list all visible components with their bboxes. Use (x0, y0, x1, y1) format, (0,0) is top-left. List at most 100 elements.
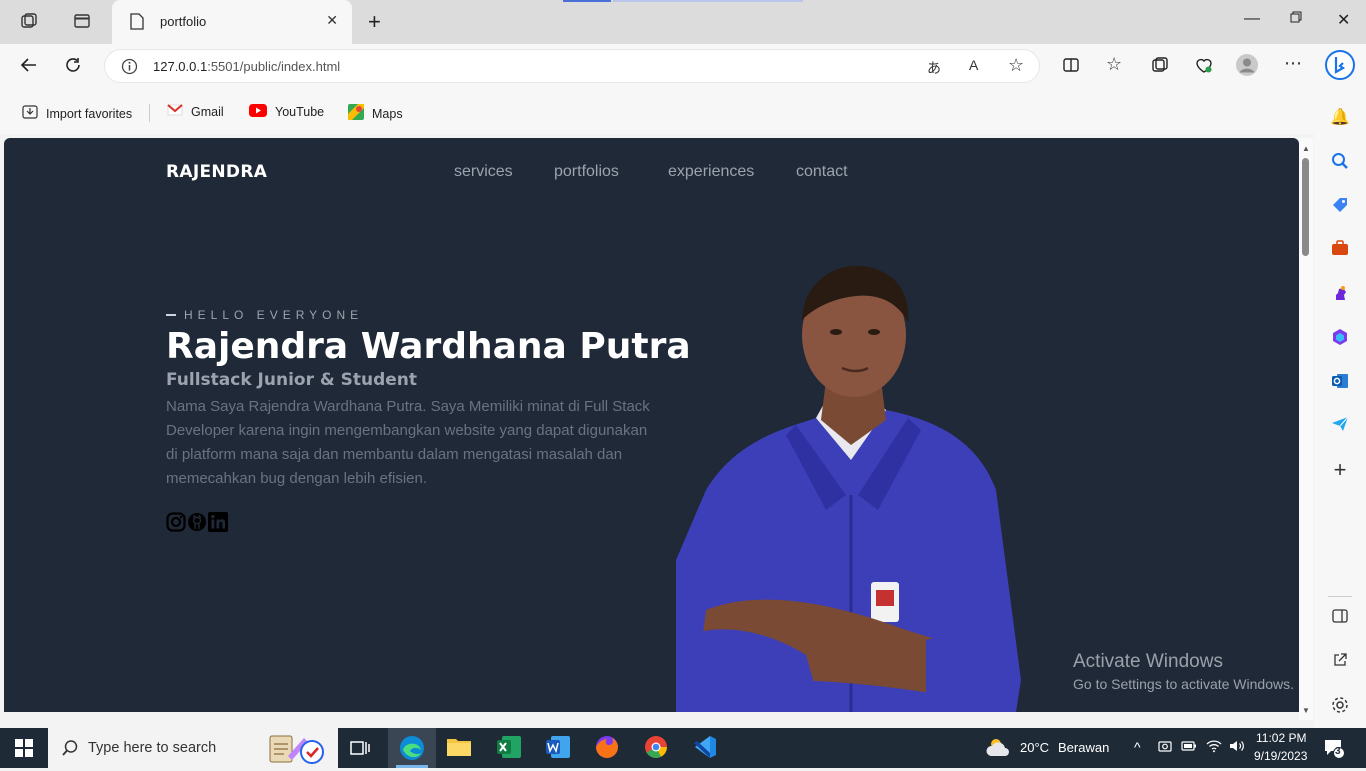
wifi-icon[interactable] (1206, 739, 1222, 756)
nav-link-contact[interactable]: contact (796, 163, 848, 181)
collections-icon[interactable] (1151, 56, 1169, 79)
url-text[interactable]: 127.0.0.1:5501/public/index.html (153, 59, 340, 74)
windows-taskbar: Type here to search 20°C Berawan ^ 11:02… (0, 728, 1366, 768)
search-icon[interactable] (1330, 152, 1350, 172)
linkedin-icon[interactable] (208, 512, 228, 532)
url-host: 127.0.0.1 (153, 59, 208, 74)
youtube-icon (249, 104, 267, 120)
restore-icon[interactable] (1290, 10, 1302, 28)
favorite-label: Import favorites (46, 106, 133, 121)
favorites-icon[interactable]: ☆ (1106, 54, 1122, 75)
scroll-down-icon[interactable]: ▼ (1302, 706, 1310, 715)
page-viewport: RAJENDRA services portfolios experiences… (4, 138, 1299, 712)
close-window-icon[interactable]: ✕ (1337, 10, 1350, 30)
favorites-divider (149, 104, 150, 122)
nav-link-services[interactable]: services (454, 163, 513, 181)
add-sidebar-app-icon[interactable]: + (1330, 459, 1350, 481)
close-tab-icon[interactable]: ✕ (326, 12, 338, 29)
kicker-text: HELLO EVERYONE (184, 308, 364, 322)
favorite-label: Maps (372, 106, 403, 121)
external-link-icon[interactable] (1330, 652, 1350, 672)
nav-link-portfolios[interactable]: portfolios (554, 163, 619, 181)
word-icon[interactable] (545, 734, 573, 762)
address-bar[interactable]: 127.0.0.1:5501/public/index.html あ A ☆ (104, 49, 1040, 83)
chrome-icon[interactable] (643, 734, 671, 762)
volume-icon[interactable] (1229, 739, 1245, 756)
activate-windows-title: Activate Windows (1073, 651, 1223, 672)
new-tab-icon[interactable]: + (368, 9, 381, 35)
favorite-label: Gmail (191, 104, 224, 119)
browser-essentials-icon[interactable] (1195, 56, 1213, 79)
search-placeholder: Type here to search (88, 740, 217, 756)
windows-start-icon[interactable] (15, 739, 33, 762)
minimize-icon[interactable]: — (1244, 10, 1260, 28)
maps-icon (348, 104, 364, 123)
clock-date[interactable]: 9/19/2023 (1254, 749, 1307, 763)
show-hidden-icons-chevron-icon[interactable]: ^ (1134, 739, 1141, 755)
outlook-icon[interactable] (1330, 372, 1350, 392)
activate-windows-subtitle: Go to Settings to activate Windows. (1073, 676, 1294, 692)
page-icon (130, 13, 144, 35)
notification-count-badge: 3 (1335, 746, 1341, 757)
kicker-dash (166, 314, 176, 316)
hero-name: Rajendra Wardhana Putra (166, 326, 691, 367)
social-links (166, 512, 228, 532)
hide-sidebar-icon[interactable] (1330, 608, 1350, 628)
tab-actions-icon[interactable] (73, 12, 91, 34)
meet-camera-icon[interactable] (1158, 739, 1172, 756)
scroll-up-icon[interactable]: ▲ (1302, 144, 1310, 153)
excel-icon[interactable] (496, 734, 524, 762)
clock-time[interactable]: 11:02 PM (1256, 731, 1306, 745)
favorite-maps[interactable]: Maps (348, 104, 403, 123)
scrollbar-thumb[interactable] (1302, 158, 1309, 256)
file-explorer-icon[interactable] (446, 734, 474, 762)
gmail-icon (167, 104, 183, 119)
search-highlight-icon[interactable] (264, 732, 328, 771)
refresh-icon[interactable] (64, 56, 82, 79)
weather-temperature[interactable]: 20°C (1020, 740, 1049, 755)
favorites-bar: Import favorites Gmail YouTube Maps (0, 88, 1366, 134)
favorite-star-icon[interactable]: ☆ (1008, 55, 1024, 76)
workspaces-icon[interactable] (20, 12, 38, 34)
sidebar-divider (1328, 596, 1352, 597)
firefox-icon[interactable] (594, 734, 622, 762)
notifications-bell-icon[interactable]: 🔔 (1330, 108, 1350, 128)
search-icon (61, 739, 79, 762)
games-icon[interactable] (1330, 284, 1350, 304)
task-view-icon[interactable] (350, 739, 370, 762)
github-icon[interactable] (187, 512, 207, 532)
back-icon[interactable] (20, 56, 38, 79)
nav-link-experiences[interactable]: experiences (668, 163, 754, 181)
translate-icon[interactable]: あ (927, 58, 941, 78)
instagram-icon[interactable] (166, 512, 186, 532)
tab-loading-indicator-track (613, 0, 803, 2)
taskbar-edge-active[interactable] (388, 728, 436, 768)
site-brand[interactable]: RAJENDRA (166, 162, 267, 182)
hero-description: Nama Saya Rajendra Wardhana Putra. Saya … (166, 398, 650, 487)
page-bottom-bar (4, 712, 1299, 728)
sidebar-settings-icon[interactable] (1330, 696, 1350, 716)
vertical-scrollbar[interactable]: ▲ ▼ (1299, 138, 1313, 720)
drop-send-icon[interactable] (1330, 416, 1350, 436)
favorite-import[interactable]: Import favorites (22, 104, 132, 123)
taskbar-search-box[interactable]: Type here to search (48, 728, 338, 768)
weather-condition[interactable]: Berawan (1058, 740, 1109, 755)
battery-icon[interactable] (1181, 739, 1197, 756)
favorite-youtube[interactable]: YouTube (249, 104, 324, 120)
split-screen-icon[interactable] (1062, 56, 1080, 79)
tools-briefcase-icon[interactable] (1330, 240, 1350, 260)
tab-portfolio[interactable]: portfolio ✕ (112, 0, 352, 44)
notifications-icon[interactable] (1323, 737, 1345, 764)
more-menu-icon[interactable]: ⋯ (1284, 53, 1302, 74)
shopping-tag-icon[interactable] (1330, 196, 1350, 216)
profile-avatar[interactable] (1236, 54, 1258, 81)
vscode-icon[interactable] (692, 734, 720, 762)
favorite-gmail[interactable]: Gmail (167, 104, 224, 119)
microsoft-365-icon[interactable] (1330, 328, 1350, 348)
bing-copilot-icon[interactable] (1325, 50, 1355, 85)
weather-cloudy-icon[interactable] (985, 736, 1013, 765)
site-info-icon[interactable] (121, 58, 138, 80)
title-bar: portfolio ✕ + — ✕ (0, 0, 1366, 44)
favorite-label: YouTube (275, 105, 325, 119)
read-aloud-icon[interactable]: A (969, 57, 978, 73)
